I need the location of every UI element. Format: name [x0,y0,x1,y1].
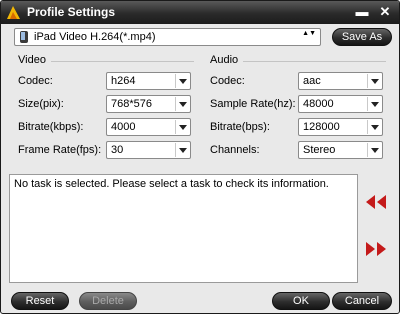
audio-group-title: Audio [210,54,239,66]
video-size-label: Size(pix): [18,98,64,110]
audio-channels-label: Channels: [210,144,260,156]
video-size-dropdown[interactable]: 768*576 [106,95,191,113]
audio-samplerate-label: Sample Rate(hz): [210,98,296,110]
chevron-down-icon[interactable] [367,143,381,157]
video-group-divider [51,61,194,62]
video-codec-value: h264 [111,75,136,87]
chevron-down-icon[interactable] [175,143,189,157]
minimize-button[interactable]: ▬ [354,4,370,20]
app-logo-icon [7,6,20,19]
profile-selected-value: iPad Video H.264(*.mp4) [34,31,156,43]
chevron-down-icon[interactable] [175,120,189,134]
audio-bitrate-value: 128000 [303,121,340,133]
audio-channels-value: Stereo [303,144,336,156]
audio-samplerate-value: 48000 [303,98,334,110]
task-info-message: No task is selected. Please select a tas… [14,178,329,190]
video-bitrate-value: 4000 [111,121,136,133]
cancel-button[interactable]: Cancel [332,292,392,310]
audio-codec-label: Codec: [210,75,245,87]
ok-button[interactable]: OK [272,292,330,310]
audio-group-divider [243,61,386,62]
audio-codec-value: aac [303,75,321,87]
profile-settings-dialog: Profile Settings ▬ ✕ iPad Video H.264(*.… [0,0,400,314]
dropdown-stepper-icon: ▲▼ [302,30,316,37]
chevron-down-icon[interactable] [367,97,381,111]
dialog-title: Profile Settings [27,5,116,19]
chevron-down-icon[interactable] [175,97,189,111]
delete-button[interactable]: Delete [79,292,137,310]
audio-channels-dropdown[interactable]: Stereo [298,141,383,159]
audio-bitrate-dropdown[interactable]: 128000 [298,118,383,136]
video-group-title: Video [18,54,46,66]
save-as-button[interactable]: Save As [332,28,392,46]
ipad-device-icon [20,31,28,43]
audio-samplerate-dropdown[interactable]: 48000 [298,95,383,113]
audio-bitrate-label: Bitrate(bps): [210,121,270,133]
video-bitrate-label: Bitrate(kbps): [18,121,84,133]
video-size-value: 768*576 [111,98,152,110]
video-framerate-label: Frame Rate(fps): [18,144,102,156]
chevron-down-icon[interactable] [175,74,189,88]
double-arrow-right-icon[interactable] [365,241,387,257]
close-button[interactable]: ✕ [377,4,393,20]
video-bitrate-dropdown[interactable]: 4000 [106,118,191,136]
chevron-down-icon[interactable] [367,120,381,134]
video-framerate-dropdown[interactable]: 30 [106,141,191,159]
reset-button[interactable]: Reset [11,292,69,310]
profile-dropdown[interactable]: iPad Video H.264(*.mp4) ▲▼ [14,28,321,46]
video-codec-label: Codec: [18,75,53,87]
chevron-down-icon[interactable] [367,74,381,88]
title-bar[interactable]: Profile Settings ▬ ✕ [1,1,399,24]
double-arrow-left-icon[interactable] [365,194,387,210]
audio-codec-dropdown[interactable]: aac [298,72,383,90]
task-info-panel: No task is selected. Please select a tas… [9,174,358,283]
video-framerate-value: 30 [111,144,124,156]
video-codec-dropdown[interactable]: h264 [106,72,191,90]
